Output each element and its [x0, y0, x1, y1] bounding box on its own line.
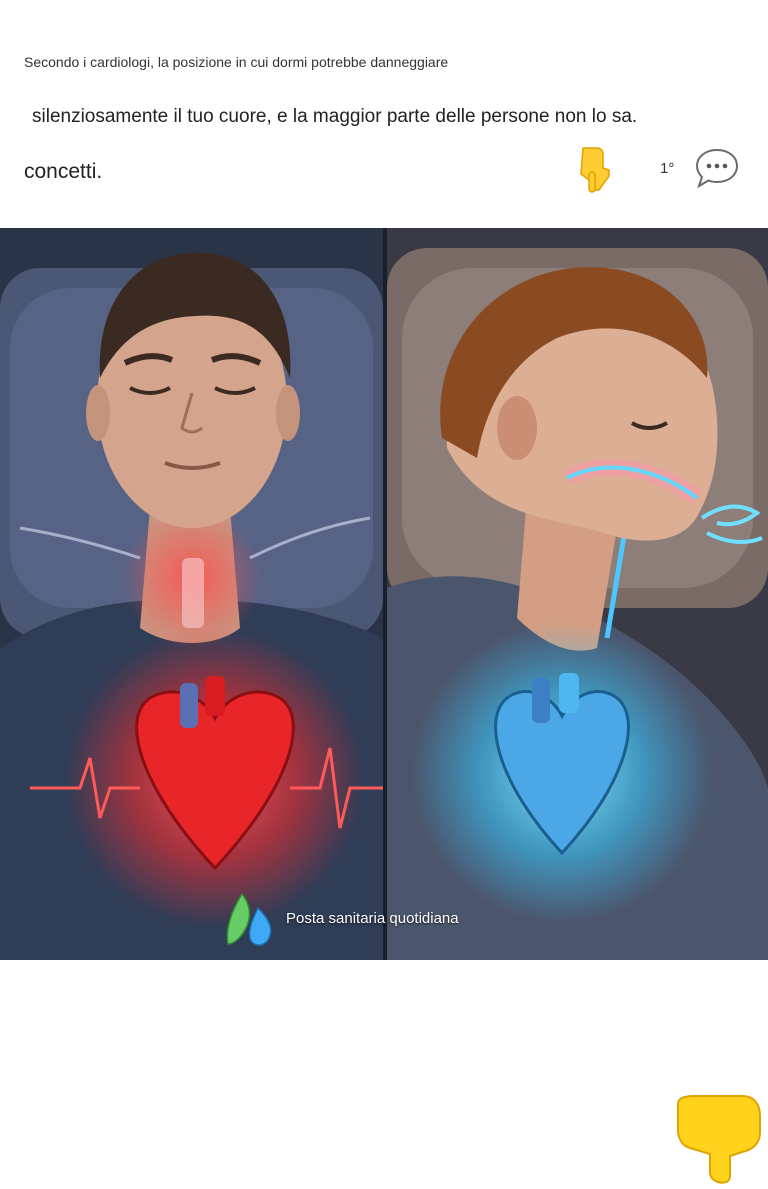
pointing-down-icon — [575, 144, 615, 200]
post-image[interactable] — [0, 228, 768, 1184]
watermark: Posta sanitaria quotidiana — [222, 888, 459, 948]
post-text-line-1: Secondo i cardiologi, la posizione in cu… — [24, 54, 449, 70]
post-text-line-3: concetti. — [24, 160, 103, 183]
reaction-count: 1° — [660, 160, 675, 177]
watermark-text: Posta sanitaria quotidiana — [286, 909, 459, 927]
post-header: Secondo i cardiologi, la posizione in cu… — [0, 0, 768, 228]
comment-button[interactable] — [694, 146, 739, 190]
leaf-drop-logo-icon — [226, 892, 272, 946]
pointing-down-icon — [672, 1094, 764, 1189]
illustration-left-panel — [0, 228, 383, 960]
speech-bubble-icon — [695, 148, 739, 189]
illustration-right-panel — [387, 228, 768, 960]
post-text-line-2: silenziosamente il tuo cuore, e la maggi… — [32, 106, 638, 127]
